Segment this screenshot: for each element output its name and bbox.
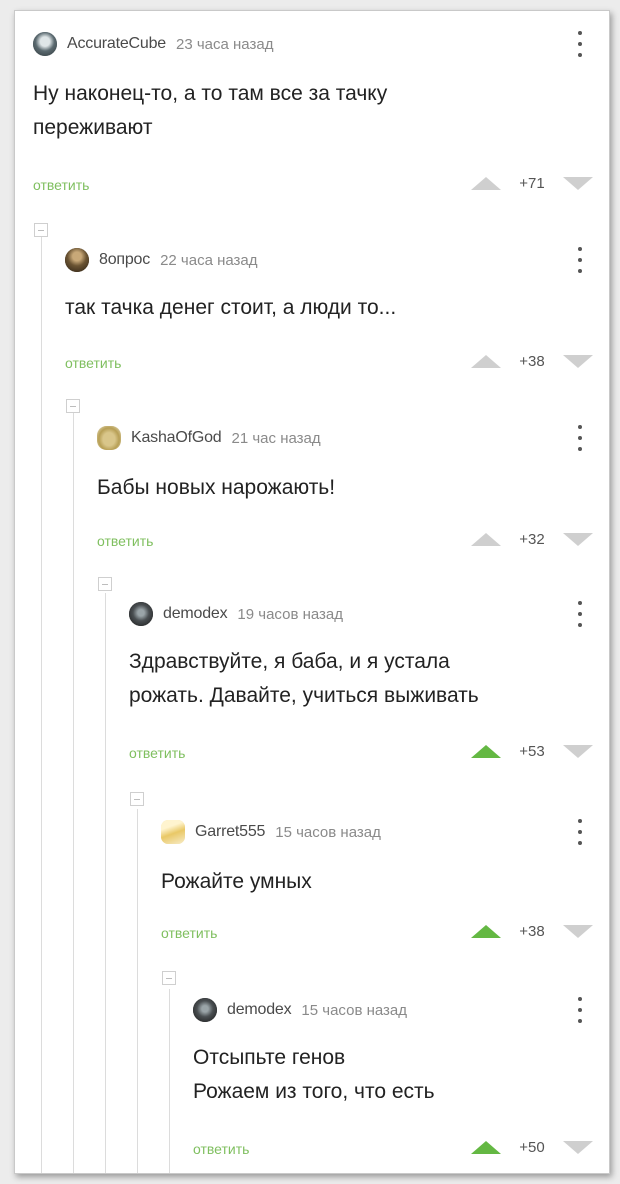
comment-text: Ну наконец-то, а то там все за тачку пер… — [33, 82, 388, 139]
timestamp[interactable]: 23 часа назад — [176, 36, 273, 53]
upvote-icon[interactable] — [471, 745, 501, 758]
thread-line — [41, 237, 42, 1173]
collapse-thread-button[interactable] — [66, 399, 80, 413]
rating-score: +38 — [519, 923, 545, 940]
collapse-thread-button[interactable] — [34, 223, 48, 237]
timestamp[interactable]: 15 часов назад — [301, 1002, 407, 1019]
comments-panel: AccurateCube 23 часа назад Ну наконец-то… — [14, 10, 610, 1174]
reply-button[interactable]: ответить — [193, 1141, 249, 1157]
comment-text: Отсыпьте генов Рожаем из того, что есть — [193, 1046, 435, 1103]
downvote-icon[interactable] — [563, 1141, 593, 1154]
reply-button[interactable]: ответить — [33, 177, 89, 193]
vote-controls: +53 — [471, 743, 593, 760]
downvote-icon[interactable] — [563, 355, 593, 368]
avatar[interactable] — [33, 32, 57, 56]
comment-text: Рожайте умных — [161, 870, 312, 893]
comment-header: Garret555 15 часов назад — [161, 817, 381, 847]
avatar[interactable] — [129, 602, 153, 626]
rating-score: +38 — [519, 353, 545, 370]
vote-controls: +38 — [471, 353, 593, 370]
comment-header: demodex 19 часов назад — [129, 599, 343, 629]
comment-header: demodex 15 часов назад — [193, 995, 407, 1025]
thread-line — [105, 593, 106, 1173]
rating-score: +53 — [519, 743, 545, 760]
username[interactable]: 8опрос — [99, 251, 150, 269]
upvote-icon[interactable] — [471, 925, 501, 938]
more-options-icon[interactable] — [575, 247, 585, 273]
upvote-icon[interactable] — [471, 533, 501, 546]
username[interactable]: KashaOfGod — [131, 429, 222, 447]
more-options-icon[interactable] — [575, 819, 585, 845]
upvote-icon[interactable] — [471, 355, 501, 368]
downvote-icon[interactable] — [563, 533, 593, 546]
timestamp[interactable]: 19 часов назад — [237, 606, 343, 623]
more-options-icon[interactable] — [575, 31, 585, 57]
vote-controls: +38 — [471, 923, 593, 940]
rating-score: +71 — [519, 175, 545, 192]
downvote-icon[interactable] — [563, 745, 593, 758]
avatar[interactable] — [65, 248, 89, 272]
vote-controls: +71 — [471, 175, 593, 192]
vote-controls: +50 — [471, 1139, 593, 1156]
comment-header: KashaOfGod 21 час назад — [97, 423, 321, 453]
comment-header: 8опрос 22 часа назад — [65, 245, 258, 275]
more-options-icon[interactable] — [575, 601, 585, 627]
username[interactable]: demodex — [227, 1001, 292, 1019]
avatar[interactable] — [97, 426, 121, 450]
comment-text: Здравствуйте, я баба, и я устала рожать.… — [129, 650, 479, 707]
thread-line — [169, 989, 170, 1173]
reply-button[interactable]: ответить — [65, 355, 121, 371]
timestamp[interactable]: 15 часов назад — [275, 824, 381, 841]
comment-text: Бабы новых нарожають! — [97, 476, 336, 499]
reply-button[interactable]: ответить — [97, 533, 153, 549]
collapse-thread-button[interactable] — [98, 577, 112, 591]
vote-controls: +32 — [471, 531, 593, 548]
downvote-icon[interactable] — [563, 925, 593, 938]
collapse-thread-button[interactable] — [162, 971, 176, 985]
avatar[interactable] — [193, 998, 217, 1022]
rating-score: +32 — [519, 531, 545, 548]
comment-text: так тачка денег стоит, а люди то... — [65, 296, 397, 319]
comment-header: AccurateCube 23 часа назад — [33, 29, 273, 59]
timestamp[interactable]: 22 часа назад — [160, 252, 257, 269]
downvote-icon[interactable] — [563, 177, 593, 190]
more-options-icon[interactable] — [575, 425, 585, 451]
reply-button[interactable]: ответить — [129, 745, 185, 761]
thread-line — [73, 413, 74, 1173]
username[interactable]: Garret555 — [195, 823, 265, 841]
upvote-icon[interactable] — [471, 177, 501, 190]
collapse-thread-button[interactable] — [130, 792, 144, 806]
username[interactable]: demodex — [163, 605, 228, 623]
avatar[interactable] — [161, 820, 185, 844]
thread-line — [137, 809, 138, 1173]
reply-button[interactable]: ответить — [161, 925, 217, 941]
rating-score: +50 — [519, 1139, 545, 1156]
upvote-icon[interactable] — [471, 1141, 501, 1154]
timestamp[interactable]: 21 час назад — [232, 430, 321, 447]
more-options-icon[interactable] — [575, 997, 585, 1023]
username[interactable]: AccurateCube — [67, 35, 166, 53]
